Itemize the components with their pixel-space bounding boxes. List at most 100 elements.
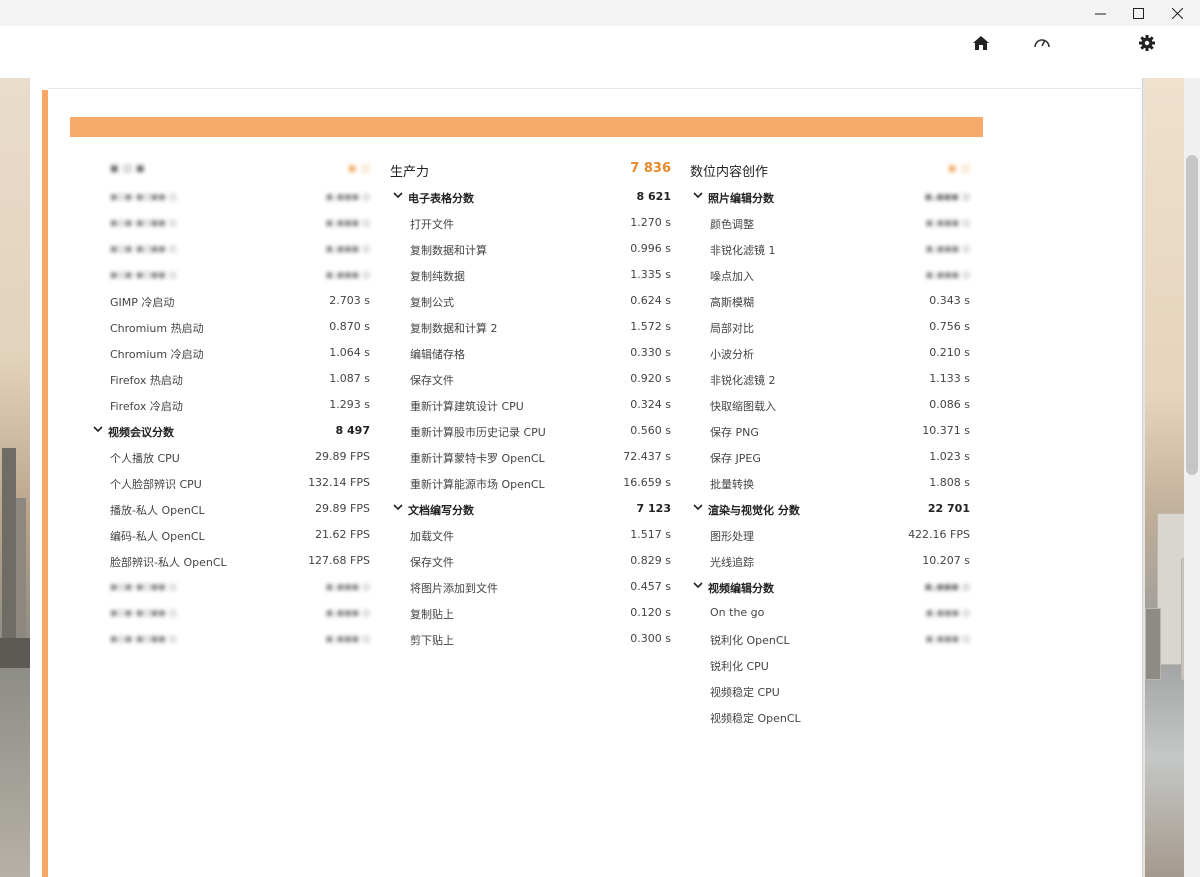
score-section[interactable]: 文档编写分数 7 123 <box>390 499 671 519</box>
test-result-row: ▪▫▪ ▪▫▪▪ ▫ ▪.▪▪▪ ▫ <box>90 239 370 259</box>
test-name: 编码-私人 OpenCL <box>110 530 205 543</box>
redacted-text: ▪▫▪ ▪▫▪▪ ▫ <box>110 190 177 203</box>
test-result-row: 重新计算建筑设计 CPU 0.324 s <box>390 395 671 415</box>
test-result-row: 个人脸部辨识 CPU 132.14 FPS <box>90 473 370 493</box>
test-name: 视频稳定 CPU <box>710 686 780 699</box>
test-value: 2.703 s <box>329 294 370 307</box>
redacted-text: ▪.▪▪▪ ▫ <box>925 632 970 645</box>
chevron-down-icon[interactable] <box>92 423 104 435</box>
gear-icon <box>1139 35 1155 51</box>
category-title: 生产力 <box>390 165 430 180</box>
test-name: 高斯模糊 <box>710 296 754 309</box>
test-result-row: 个人播放 CPU 29.89 FPS <box>90 447 370 467</box>
test-name: 打开文件 <box>410 218 454 231</box>
redacted-text: ▪▫▪ ▪▫▪▪ ▫ <box>110 268 177 281</box>
redacted-text: ▪.▪▪▪ ▫ <box>325 216 370 229</box>
test-result-row: 编码-私人 OpenCL 21.62 FPS <box>90 525 370 545</box>
test-name: 锐利化 OpenCL <box>710 634 790 647</box>
score-section[interactable]: 电子表格分数 8 621 <box>390 187 671 207</box>
section-score: 8 621 <box>636 190 671 203</box>
score-section[interactable]: 视频编辑分数 ▪.▪▪▪ ▫ <box>690 577 970 597</box>
test-result-row: Chromium 热启动 0.870 s <box>90 317 370 337</box>
chevron-down-icon[interactable] <box>692 189 704 201</box>
test-value: 0.829 s <box>630 554 671 567</box>
test-name: 噪点加入 <box>710 270 754 283</box>
test-result-row: 复制公式 0.624 s <box>390 291 671 311</box>
test-name: 批量转换 <box>710 478 754 491</box>
test-result-row: 局部对比 0.756 s <box>690 317 970 337</box>
test-name: 重新计算能源市场 OpenCL <box>410 478 545 491</box>
home-icon <box>973 36 989 50</box>
test-result-row: 视频稳定 CPU <box>690 681 970 701</box>
chevron-down-icon[interactable] <box>692 501 704 513</box>
test-name: 保存 PNG <box>710 426 759 439</box>
test-name: 播放-私人 OpenCL <box>110 504 205 517</box>
test-value: 72.437 s <box>623 450 671 463</box>
test-result-row: ▪▫▪ ▪▫▪▪ ▫ ▪.▪▪▪ ▫ <box>90 577 370 597</box>
test-result-row: 复制贴上 0.120 s <box>390 603 671 623</box>
test-result-row: Firefox 冷启动 1.293 s <box>90 395 370 415</box>
score-banner <box>70 117 983 137</box>
score-section[interactable]: 照片编辑分数 ▪.▪▪▪ ▫ <box>690 187 970 207</box>
test-value: 0.300 s <box>630 632 671 645</box>
redacted-text: ▪.▪▪▪ ▫ <box>325 268 370 281</box>
redacted-text: ▪.▪▪▪ ▫ <box>924 190 970 203</box>
test-value: 0.870 s <box>329 320 370 333</box>
divider <box>48 88 1143 89</box>
category-header: ▪ ▫ ▪ ▪ ▫ <box>90 157 370 177</box>
section-title: 视频会议分数 <box>108 426 174 439</box>
test-value: 1.064 s <box>329 346 370 359</box>
test-name: 个人脸部辨识 CPU <box>110 478 202 491</box>
category-score: 7 836 <box>630 161 671 176</box>
test-name: 颜色调整 <box>710 218 754 231</box>
test-result-row: 复制纯数据 1.335 s <box>390 265 671 285</box>
gauge-icon <box>1034 39 1050 48</box>
test-value: 21.62 FPS <box>315 528 370 541</box>
test-value: 422.16 FPS <box>908 528 970 541</box>
test-value: 29.89 FPS <box>315 450 370 463</box>
test-value: 10.371 s <box>922 424 970 437</box>
redacted-text: ▪.▪▪▪ ▫ <box>325 580 370 593</box>
test-result-row: 保存 PNG 10.371 s <box>690 421 970 441</box>
benchmark-button[interactable] <box>1032 33 1052 53</box>
home-button[interactable] <box>971 33 991 53</box>
test-value: 1.335 s <box>630 268 671 281</box>
test-name: 快取缩图载入 <box>710 400 776 413</box>
chevron-down-icon[interactable] <box>692 579 704 591</box>
test-name: 重新计算建筑设计 CPU <box>410 400 524 413</box>
test-result-row: 保存文件 0.920 s <box>390 369 671 389</box>
test-value: 0.457 s <box>630 580 671 593</box>
test-value: 0.624 s <box>630 294 671 307</box>
redacted-text: ▪.▪▪▪ ▫ <box>325 190 370 203</box>
test-name: 小波分析 <box>710 348 754 361</box>
settings-button[interactable] <box>1137 33 1157 53</box>
test-value: 1.023 s <box>929 450 970 463</box>
test-result-row: ▪▫▪ ▪▫▪▪ ▫ ▪.▪▪▪ ▫ <box>90 629 370 649</box>
redacted-text: ▪.▪▪▪ ▫ <box>325 242 370 255</box>
test-name: Firefox 热启动 <box>110 374 183 387</box>
test-result-row: 光线追踪 10.207 s <box>690 551 970 571</box>
test-name: 复制数据和计算 2 <box>410 322 498 335</box>
score-section[interactable]: 视频会议分数 8 497 <box>90 421 370 441</box>
test-result-row: Chromium 冷启动 1.064 s <box>90 343 370 363</box>
test-value: 0.210 s <box>929 346 970 359</box>
test-name: 非锐化滤镜 2 <box>710 374 776 387</box>
scrollbar-thumb[interactable] <box>1186 155 1198 475</box>
test-result-row: 复制数据和计算 0.996 s <box>390 239 671 259</box>
test-name: 保存文件 <box>410 374 454 387</box>
test-value: 10.207 s <box>922 554 970 567</box>
test-value: 127.68 FPS <box>308 554 370 567</box>
section-title: 电子表格分数 <box>408 192 474 205</box>
test-result-row: ▪▫▪ ▪▫▪▪ ▫ ▪.▪▪▪ ▫ <box>90 187 370 207</box>
score-section[interactable]: 渲染与视觉化 分数 22 701 <box>690 499 970 519</box>
redacted-text: ▪.▪▪▪ ▫ <box>925 268 970 281</box>
chevron-down-icon[interactable] <box>392 501 404 513</box>
close-button[interactable] <box>1154 0 1200 26</box>
test-result-row: 编辑储存格 0.330 s <box>390 343 671 363</box>
section-title: 照片编辑分数 <box>708 192 774 205</box>
test-result-row: 批量转换 1.808 s <box>690 473 970 493</box>
chevron-down-icon[interactable] <box>392 189 404 201</box>
test-result-row: Firefox 热启动 1.087 s <box>90 369 370 389</box>
test-result-row: 快取缩图载入 0.086 s <box>690 395 970 415</box>
minimize-icon <box>1094 13 1106 14</box>
